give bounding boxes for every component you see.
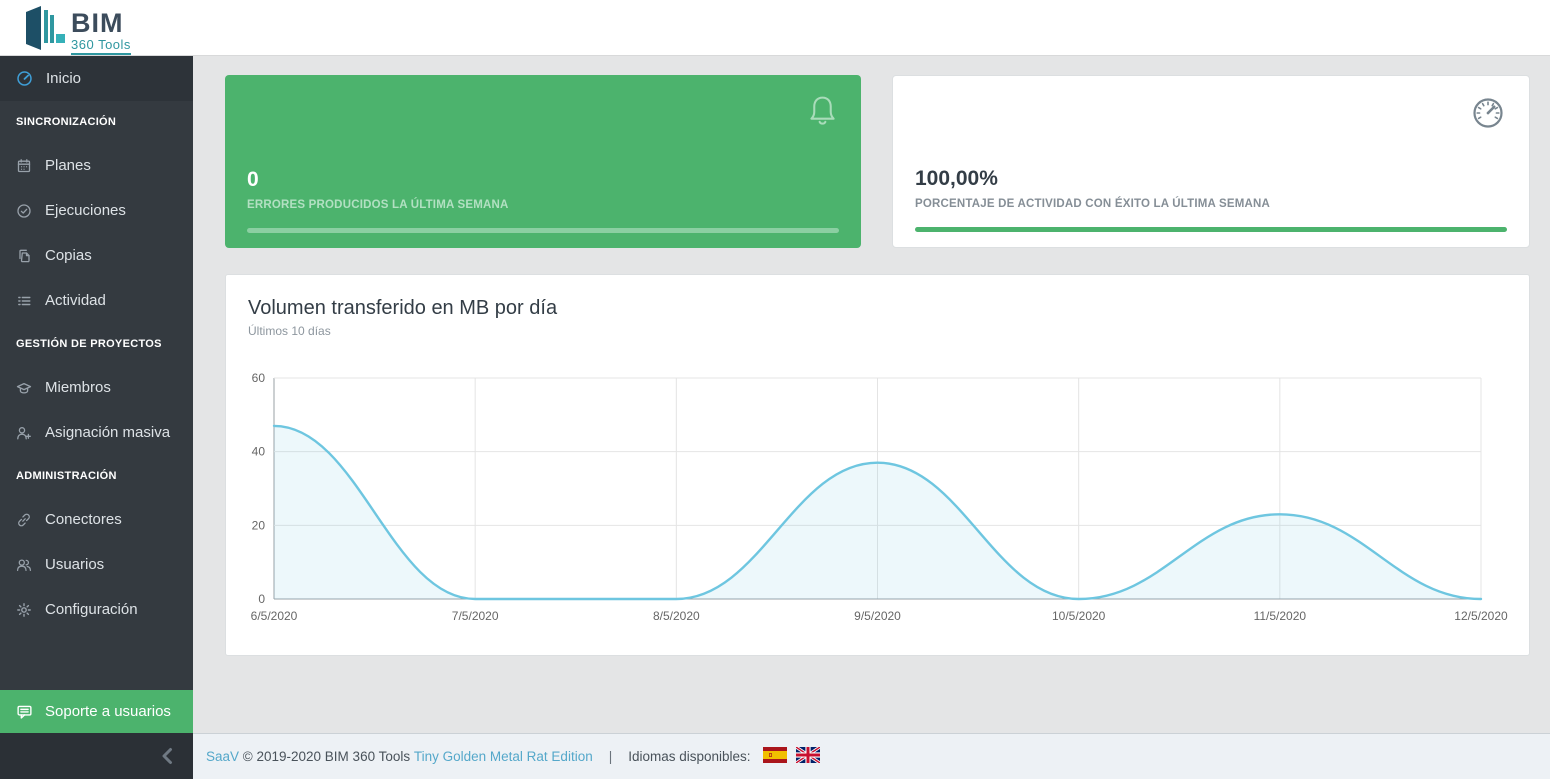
sidebar-item-inicio[interactable]: Inicio	[0, 56, 193, 101]
sidebar-item-label: Miembros	[45, 379, 111, 396]
main-content: 0 ERRORES PRODUCIDOS LA ÚLTIMA SEMANA	[193, 56, 1550, 733]
edition-link[interactable]: Tiny Golden Metal Rat Edition	[414, 749, 593, 764]
volume-area-chart[interactable]: 0 20 40 60 6/5/2020 7/5/2020 8/5/2020 9/5/2020 1…	[248, 365, 1507, 629]
link-icon	[16, 512, 32, 528]
sidebar-item-label: Ejecuciones	[45, 202, 126, 219]
gear-icon	[16, 602, 32, 618]
svg-text:6/5/2020: 6/5/2020	[251, 609, 298, 623]
volume-chart-card: Volumen transferido en MB por día Último…	[225, 274, 1530, 656]
sidebar: Inicio SINCRONIZACIÓN Planes Ejecuciones	[0, 56, 193, 779]
errors-progress-bar	[247, 228, 839, 233]
svg-text:7/5/2020: 7/5/2020	[452, 609, 499, 623]
errors-value: 0	[247, 168, 839, 192]
bim-logo-icon	[24, 5, 66, 51]
sidebar-item-label: Usuarios	[45, 556, 104, 573]
users-icon	[16, 557, 32, 573]
success-progress-bar	[915, 227, 1507, 232]
sidebar-item-asignacion-masiva[interactable]: Asignación masiva	[0, 410, 193, 455]
sidebar-item-copias[interactable]: Copias	[0, 233, 193, 278]
success-label: PORCENTAJE DE ACTIVIDAD CON ÉXITO LA ÚLT…	[915, 198, 1507, 210]
svg-text:0: 0	[258, 592, 265, 606]
app-logo[interactable]: BIM 360 Tools	[24, 5, 131, 55]
svg-text:9/5/2020: 9/5/2020	[854, 609, 901, 623]
chevron-left-icon	[161, 747, 173, 765]
sidebar-item-label: Copias	[45, 247, 92, 264]
flag-spain-icon[interactable]	[763, 747, 787, 766]
svg-text:12/5/2020: 12/5/2020	[1454, 609, 1508, 623]
sidebar-item-label: Inicio	[46, 70, 81, 87]
sidebar-section-sincronizacion: SINCRONIZACIÓN	[0, 101, 193, 143]
errors-card: 0 ERRORES PRODUCIDOS LA ÚLTIMA SEMANA	[225, 75, 861, 248]
svg-text:8/5/2020: 8/5/2020	[653, 609, 700, 623]
svg-text:60: 60	[252, 371, 266, 385]
sidebar-item-label: Actividad	[45, 292, 106, 309]
list-icon	[16, 293, 32, 309]
bell-icon	[807, 94, 838, 134]
logo-subtitle: 360 Tools	[71, 38, 131, 55]
check-circle-icon	[16, 203, 32, 219]
sidebar-item-ejecuciones[interactable]: Ejecuciones	[0, 188, 193, 233]
saav-link[interactable]: SaaV	[206, 749, 239, 764]
chart-title: Volumen transferido en MB por día	[248, 297, 1507, 320]
chart-subtitle: Últimos 10 días	[248, 324, 1507, 338]
svg-text:11/5/2020: 11/5/2020	[1254, 609, 1307, 623]
sidebar-item-planes[interactable]: Planes	[0, 143, 193, 188]
user-plus-icon	[16, 425, 32, 441]
sidebar-section-administracion: ADMINISTRACIÓN	[0, 455, 193, 497]
calendar-icon	[16, 158, 32, 174]
speedometer-icon	[1470, 95, 1506, 136]
gauge-icon	[16, 70, 33, 87]
errors-label: ERRORES PRODUCIDOS LA ÚLTIMA SEMANA	[247, 199, 839, 211]
sidebar-item-label: Conectores	[45, 511, 122, 528]
sidebar-item-label: Configuración	[45, 601, 138, 618]
sidebar-item-usuarios[interactable]: Usuarios	[0, 542, 193, 587]
sidebar-item-miembros[interactable]: Miembros	[0, 365, 193, 410]
svg-text:10/5/2020: 10/5/2020	[1052, 609, 1106, 623]
chat-icon	[16, 703, 33, 720]
footer-separator: |	[609, 749, 613, 764]
sidebar-item-label: Asignación masiva	[45, 424, 170, 441]
sidebar-item-conectores[interactable]: Conectores	[0, 497, 193, 542]
sidebar-item-label: Planes	[45, 157, 91, 174]
sidebar-item-label: Soporte a usuarios	[45, 703, 171, 720]
stat-cards-row: 0 ERRORES PRODUCIDOS LA ÚLTIMA SEMANA	[225, 75, 1530, 248]
flag-uk-icon[interactable]	[796, 747, 820, 766]
logo-title: BIM	[71, 10, 131, 37]
svg-text:20: 20	[252, 518, 266, 532]
success-card: 100,00% PORCENTAJE DE ACTIVIDAD CON ÉXIT…	[892, 75, 1530, 248]
sidebar-collapse-button[interactable]	[0, 733, 193, 779]
svg-text:40: 40	[252, 445, 266, 459]
sidebar-section-gestion: GESTIÓN DE PROYECTOS	[0, 323, 193, 365]
sidebar-item-configuracion[interactable]: Configuración	[0, 587, 193, 632]
graduation-cap-icon	[16, 380, 32, 396]
copy-icon	[16, 248, 32, 264]
languages-label: Idiomas disponibles:	[628, 749, 750, 764]
copyright-text: © 2019-2020 BIM 360 Tools	[243, 749, 410, 764]
sidebar-item-soporte[interactable]: Soporte a usuarios	[0, 690, 193, 733]
footer: SaaV © 2019-2020 BIM 360 Tools Tiny Gold…	[193, 733, 1550, 779]
sidebar-item-actividad[interactable]: Actividad	[0, 278, 193, 323]
top-bar: BIM 360 Tools	[0, 0, 1550, 56]
success-value: 100,00%	[915, 167, 1507, 191]
